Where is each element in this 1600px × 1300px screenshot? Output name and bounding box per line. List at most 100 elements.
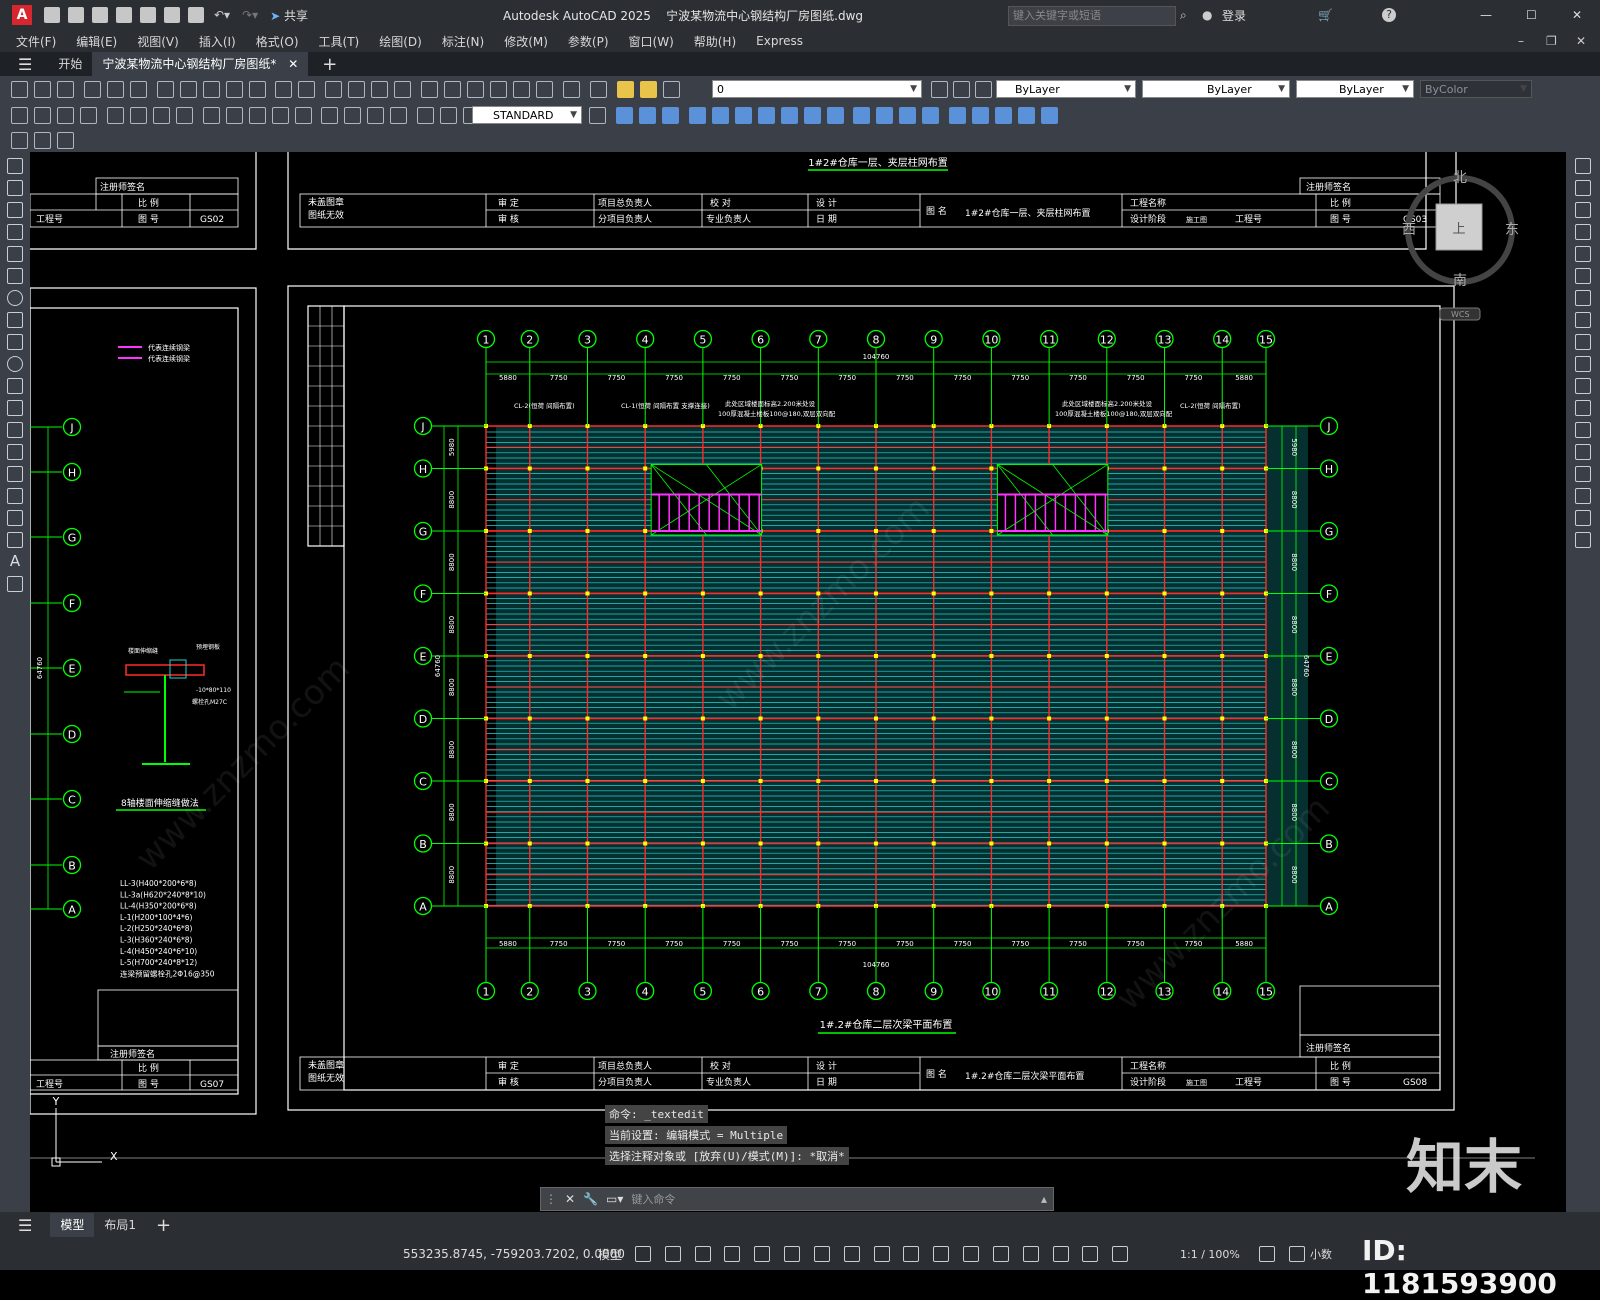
trim-icon[interactable] <box>1575 356 1591 372</box>
model-space-canvas[interactable]: 1#2#仓库一层、夹层柱网布置 未盖图章 图纸无效 审 定 审 核 项目总负责人… <box>30 152 1566 1212</box>
dim-ordinate-icon[interactable] <box>80 107 97 124</box>
menu-edit[interactable]: 编辑(E) <box>76 33 117 50</box>
viewcube-north[interactable]: 北 <box>1453 170 1467 186</box>
plot-icon[interactable] <box>188 7 204 23</box>
scale-icon[interactable] <box>1575 312 1591 328</box>
make-current-icon[interactable] <box>931 81 948 98</box>
design-center-icon[interactable] <box>444 81 462 98</box>
menu-view[interactable]: 视图(V) <box>137 33 179 50</box>
view-back-icon[interactable] <box>734 107 752 124</box>
view-ne-icon[interactable] <box>803 107 821 124</box>
region-icon[interactable] <box>7 510 23 526</box>
paste-icon[interactable] <box>202 81 220 98</box>
visual-style-3d-icon[interactable] <box>876 107 894 124</box>
plot-tool-icon[interactable] <box>83 81 101 98</box>
break-icon[interactable] <box>1575 422 1591 438</box>
dim-space-icon[interactable] <box>271 107 289 124</box>
dim-jogged-icon[interactable] <box>129 107 147 124</box>
login-link[interactable]: 登录 <box>1222 7 1246 24</box>
center-mark-icon[interactable] <box>344 107 362 124</box>
dim-radius-icon[interactable] <box>106 107 124 124</box>
open-icon[interactable] <box>34 81 51 98</box>
snap-icon[interactable] <box>664 1246 681 1262</box>
ortho-icon[interactable] <box>694 1246 711 1262</box>
minimize-button[interactable]: — <box>1480 8 1492 22</box>
sheet-set-icon[interactable] <box>490 81 508 98</box>
menu-format[interactable]: 格式(O) <box>256 33 299 50</box>
annotation-scale-icon[interactable] <box>1112 1246 1129 1262</box>
command-line[interactable]: ⋮ ✕ 🔧 ▭▾ 键入命令 ▴ <box>540 1187 1054 1211</box>
walk-icon[interactable] <box>34 132 51 149</box>
3d-osnap-icon[interactable] <box>933 1246 950 1262</box>
units-dropdown[interactable]: 小数 <box>1310 1246 1332 1262</box>
polygon-icon[interactable] <box>7 224 23 240</box>
doc-close-button[interactable]: ✕ <box>1576 34 1586 48</box>
undo-tool-icon[interactable] <box>275 81 293 98</box>
ucs-icon[interactable] <box>949 107 967 124</box>
ucs-world-icon[interactable] <box>972 107 990 124</box>
join-icon[interactable] <box>1575 444 1591 460</box>
view-nw-icon[interactable] <box>826 107 844 124</box>
copy-icon[interactable] <box>179 81 197 98</box>
save-icon[interactable] <box>92 7 108 23</box>
viewcube[interactable]: 上 北 南 东 西 WCS <box>1402 170 1519 321</box>
fly-icon[interactable] <box>57 132 74 149</box>
osnap-icon[interactable] <box>813 1246 830 1262</box>
chamfer-icon[interactable] <box>1575 466 1591 482</box>
dimstyle-manager-icon[interactable] <box>589 107 606 124</box>
construction-line-icon[interactable] <box>7 180 23 196</box>
tab-layout1[interactable]: 布局1 <box>94 1213 146 1237</box>
dim-aligned-icon[interactable] <box>34 107 51 124</box>
cmd-prompt-icon[interactable]: ▭▾ <box>606 1192 623 1206</box>
blend-icon[interactable] <box>1575 510 1591 526</box>
autocad-logo-icon[interactable]: A <box>12 5 32 25</box>
dim-edit-icon[interactable] <box>417 107 435 124</box>
properties-icon[interactable] <box>421 81 439 98</box>
viewcube-south[interactable]: 南 <box>1453 273 1467 289</box>
doc-minimize-button[interactable]: – <box>1518 34 1524 48</box>
erase-icon[interactable] <box>1575 158 1591 174</box>
transparency-icon[interactable] <box>873 1246 890 1262</box>
menu-window[interactable]: 窗口(W) <box>629 33 674 50</box>
zoom-window-icon[interactable] <box>371 81 389 98</box>
search-box[interactable]: 键入关键字或短语 <box>1008 6 1176 26</box>
gizmo-icon[interactable] <box>1022 1246 1039 1262</box>
color-dropdown[interactable]: ByLayer ▼ <box>996 80 1136 98</box>
save-as-icon[interactable] <box>116 7 132 23</box>
dim-diameter-icon[interactable] <box>152 107 170 124</box>
mtext-icon[interactable]: A <box>0 552 30 570</box>
annotation-monitor-icon[interactable] <box>1289 1246 1305 1262</box>
view-front-icon[interactable] <box>711 107 729 124</box>
mirror-icon[interactable] <box>1575 202 1591 218</box>
dynamic-ucs-icon[interactable] <box>963 1246 980 1262</box>
close-button[interactable]: ✕ <box>1572 8 1582 22</box>
cmd-customize-icon[interactable]: 🔧 <box>583 1192 598 1206</box>
quick-dim-icon[interactable] <box>202 107 220 124</box>
menu-draw[interactable]: 绘图(D) <box>379 33 422 50</box>
fillet-icon[interactable] <box>1575 488 1591 504</box>
tool-palettes-icon[interactable] <box>467 81 485 98</box>
menu-parametric[interactable]: 参数(P) <box>568 33 609 50</box>
view-se-icon[interactable] <box>780 107 798 124</box>
annotation-visibility-icon[interactable] <box>1052 1246 1069 1262</box>
view-right-icon[interactable] <box>688 107 706 124</box>
polyline-icon[interactable] <box>7 202 23 218</box>
new-file-icon[interactable] <box>44 7 60 23</box>
dimstyle-dropdown[interactable]: STANDARD ▼ <box>472 106 582 124</box>
dim-continue-icon[interactable] <box>248 107 266 124</box>
grid-icon[interactable] <box>635 1246 651 1262</box>
offset-icon[interactable] <box>1575 224 1591 240</box>
arc-icon[interactable] <box>7 268 23 284</box>
dim-text-edit-icon[interactable] <box>440 107 458 124</box>
dim-arc-icon[interactable] <box>57 107 74 124</box>
doc-restore-button[interactable]: ❐ <box>1546 34 1557 48</box>
layer-lock-icon[interactable] <box>662 81 680 98</box>
revcloud-icon[interactable] <box>7 312 23 328</box>
cmd-close-icon[interactable]: ✕ <box>565 1192 575 1206</box>
calculator-icon[interactable] <box>536 81 554 98</box>
view-top-icon[interactable] <box>615 107 633 124</box>
break-point-icon[interactable] <box>1575 400 1591 416</box>
layer-properties-icon[interactable] <box>589 81 607 98</box>
ucs-previous-icon[interactable] <box>995 107 1013 124</box>
menu-express[interactable]: Express <box>756 34 803 48</box>
